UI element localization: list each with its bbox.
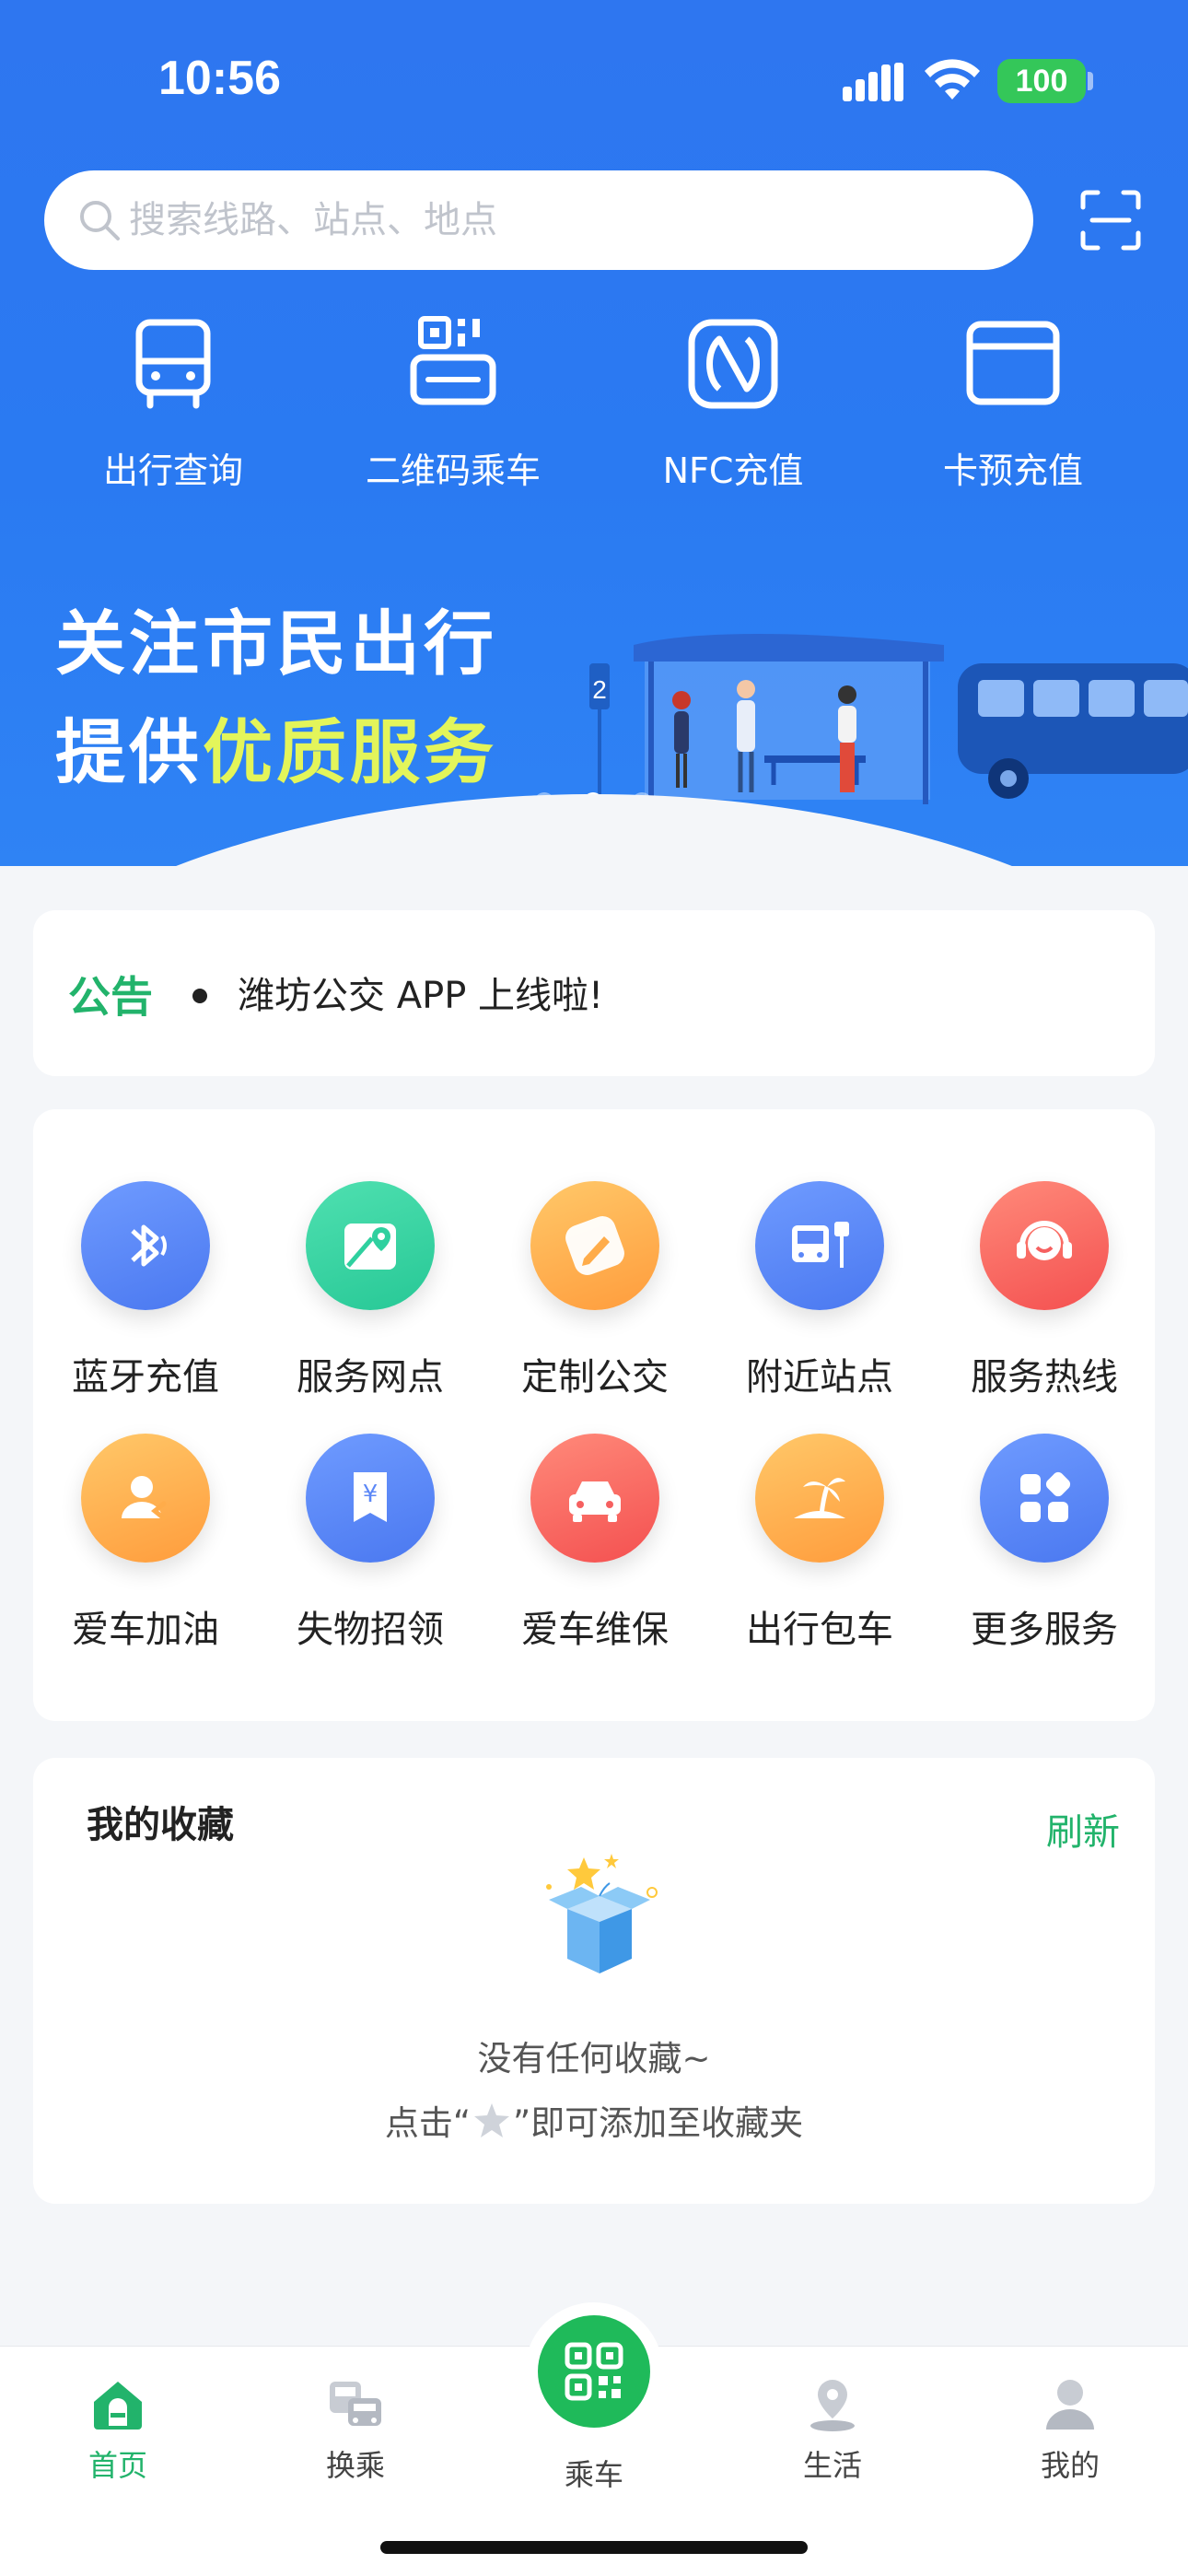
card-icon bbox=[966, 321, 1060, 405]
transfer-icon bbox=[330, 2382, 381, 2426]
service-label: 服务网点 bbox=[297, 1356, 444, 1399]
service-label: 服务热线 bbox=[971, 1356, 1118, 1399]
nfc-icon bbox=[688, 319, 778, 409]
notice-bullet bbox=[192, 989, 207, 1003]
quick-action-trip-query[interactable]: 出行查询 bbox=[63, 313, 284, 493]
tab-home[interactable]: 首页 bbox=[26, 2374, 210, 2485]
status-bar: 10:56 100 bbox=[0, 0, 1188, 157]
grid-icon bbox=[980, 1434, 1109, 1563]
search-placeholder: 搜索线路、站点、地点 bbox=[129, 199, 497, 241]
service-bluetooth-topup[interactable]: 蓝牙充值 bbox=[33, 1181, 258, 1400]
service-label: 附近站点 bbox=[746, 1356, 893, 1399]
banner-line1: 关注市民出行 bbox=[55, 603, 497, 685]
ride-qr-button[interactable] bbox=[525, 2302, 663, 2441]
tab-transfer[interactable]: 换乘 bbox=[263, 2374, 448, 2485]
tab-label-ride[interactable]: 乘车 bbox=[502, 2452, 686, 2494]
empty-message: 没有任何收藏~ bbox=[477, 2039, 711, 2078]
tab-mine[interactable]: 我的 bbox=[978, 2374, 1162, 2485]
service-label: 失物招领 bbox=[297, 1609, 444, 1651]
service-label: 蓝牙充值 bbox=[72, 1356, 219, 1399]
quick-action-label: 出行查询 bbox=[102, 451, 243, 491]
service-charter[interactable]: 出行包车 bbox=[707, 1434, 932, 1653]
notice-tag: 公告 bbox=[68, 972, 153, 1022]
tab-life[interactable]: 生活 bbox=[740, 2374, 925, 2485]
status-time: 10:56 bbox=[158, 52, 281, 105]
qr-code-icon bbox=[565, 2342, 623, 2401]
home-icon bbox=[94, 2382, 142, 2430]
cellular-signal-icon bbox=[843, 63, 903, 101]
service-lost-found[interactable]: ¥ 失物招领 bbox=[258, 1434, 483, 1653]
service-outlets[interactable]: 服务网点 bbox=[258, 1181, 483, 1400]
quick-action-label: 二维码乘车 bbox=[365, 451, 541, 491]
refresh-button[interactable]: 刷新 bbox=[1046, 1802, 1120, 1856]
scan-icon[interactable] bbox=[1079, 189, 1142, 252]
banner-line2: 提供优质服务 bbox=[55, 711, 497, 793]
quick-action-card-prepay[interactable]: 卡预充值 bbox=[903, 313, 1124, 493]
ride-qr-inner bbox=[538, 2315, 650, 2428]
service-car-maintenance[interactable]: 爱车维保 bbox=[483, 1434, 707, 1653]
notice-bar[interactable]: 公告 潍坊公交 APP 上线啦! bbox=[33, 910, 1155, 1076]
battery-cap bbox=[1088, 72, 1093, 90]
bus-stop-illustration: 2 bbox=[589, 634, 1188, 811]
banner-slogan[interactable]: 关注市民出行 提供优质服务 bbox=[55, 590, 497, 807]
svg-text:¥: ¥ bbox=[363, 1481, 379, 1508]
bus-icon bbox=[135, 319, 211, 409]
wifi-icon bbox=[925, 59, 980, 100]
services-grid: 蓝牙充值 服务网点 定制公交 附近站点 服务热线 爱车加油 ¥ 失物招领 爱车维… bbox=[33, 1109, 1155, 1721]
user-icon bbox=[1046, 2380, 1094, 2430]
tab-label: 我的 bbox=[1040, 2448, 1100, 2483]
svg-text:2: 2 bbox=[592, 675, 607, 704]
favorites-card: 我的收藏 刷新 没有任何收藏~ 点击“ ”即可添加至收藏夹 bbox=[33, 1758, 1155, 2204]
service-nearby-stops[interactable]: 附近站点 bbox=[707, 1181, 932, 1400]
fuel-user-icon bbox=[81, 1434, 210, 1563]
tab-label: 首页 bbox=[87, 2448, 147, 2483]
favorites-title: 我的收藏 bbox=[87, 1804, 234, 1846]
quick-action-qr-ride[interactable]: 二维码乘车 bbox=[343, 313, 564, 493]
quick-action-label: NFC充值 bbox=[662, 451, 804, 491]
empty-box-icon bbox=[546, 1854, 658, 1973]
service-more[interactable]: 更多服务 bbox=[932, 1434, 1157, 1653]
star-icon bbox=[474, 2103, 509, 2137]
search-icon bbox=[80, 201, 120, 240]
battery-indicator: 100 bbox=[997, 59, 1086, 103]
service-custom-bus[interactable]: 定制公交 bbox=[483, 1181, 707, 1400]
service-label: 更多服务 bbox=[971, 1609, 1118, 1651]
quick-action-nfc-topup[interactable]: NFC充值 bbox=[623, 313, 844, 493]
lost-found-icon: ¥ bbox=[306, 1434, 435, 1563]
empty-hint: 点击“ ”即可添加至收藏夹 bbox=[33, 2095, 1155, 2145]
service-label: 定制公交 bbox=[521, 1356, 669, 1399]
notice-text[interactable]: 潍坊公交 APP 上线啦! bbox=[238, 966, 603, 1019]
tab-label: 换乘 bbox=[325, 2448, 385, 2483]
hero-header: 10:56 100 搜索线路、站点、地点 出行查询 二维码乘车 NFC充值 卡预… bbox=[0, 0, 1188, 866]
map-pin-icon bbox=[306, 1181, 435, 1310]
qr-ride-icon bbox=[410, 316, 496, 405]
location-life-icon bbox=[810, 2380, 855, 2431]
quick-action-label: 卡预充值 bbox=[942, 451, 1083, 491]
pencil-icon bbox=[530, 1181, 659, 1310]
search-input[interactable]: 搜索线路、站点、地点 bbox=[44, 170, 1033, 270]
headset-icon bbox=[980, 1181, 1109, 1310]
car-icon bbox=[530, 1434, 659, 1563]
tab-label: 生活 bbox=[802, 2448, 862, 2483]
bluetooth-icon bbox=[81, 1181, 210, 1310]
service-label: 爱车加油 bbox=[72, 1609, 219, 1651]
service-label: 出行包车 bbox=[746, 1609, 893, 1651]
bus-stop-icon bbox=[755, 1181, 884, 1310]
palm-island-icon bbox=[755, 1434, 884, 1563]
service-label: 爱车维保 bbox=[521, 1609, 669, 1651]
home-indicator bbox=[380, 2541, 808, 2554]
service-hotline[interactable]: 服务热线 bbox=[932, 1181, 1157, 1400]
service-car-fuel[interactable]: 爱车加油 bbox=[33, 1434, 258, 1653]
